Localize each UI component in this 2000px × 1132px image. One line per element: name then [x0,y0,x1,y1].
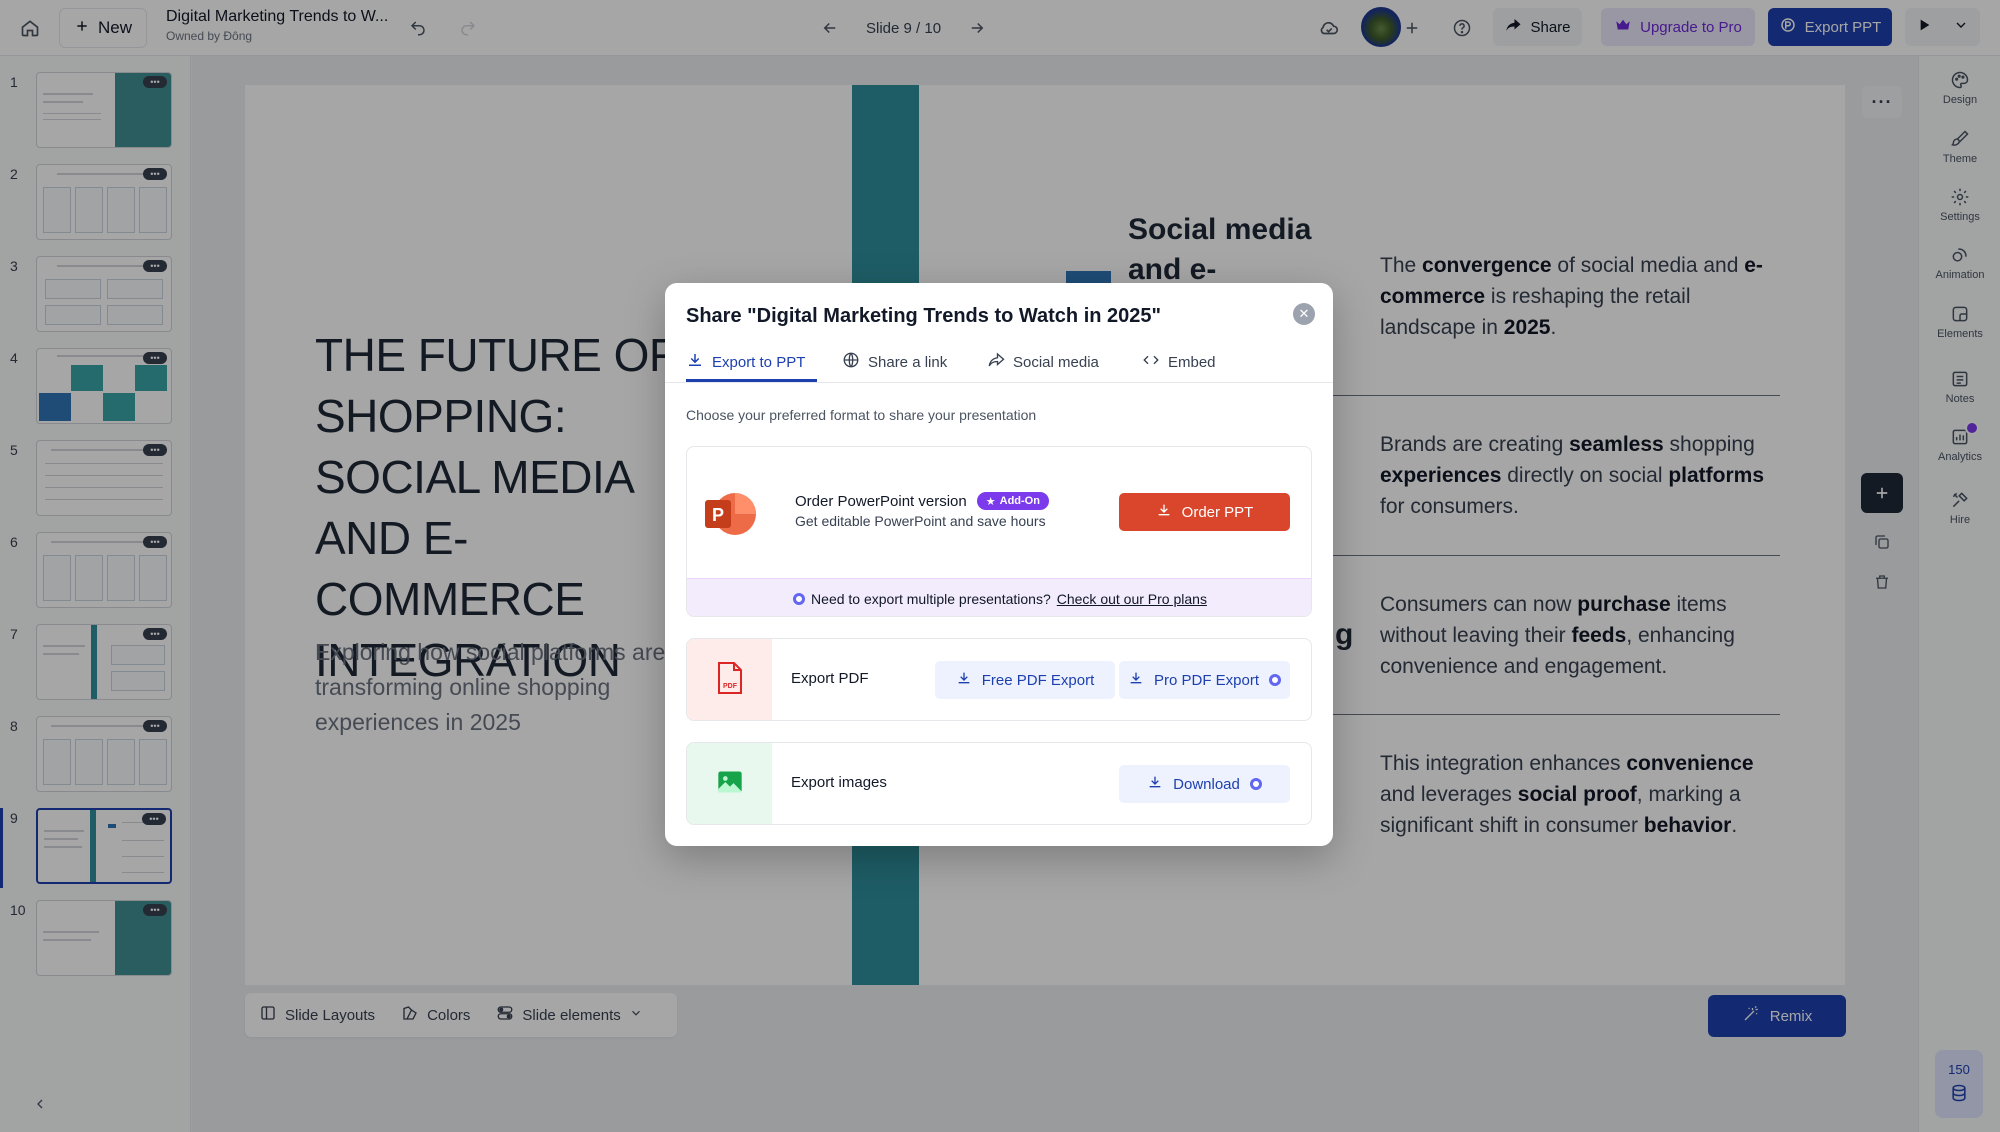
pro-dot-icon [1249,778,1262,790]
dialog-title: Share "Digital Marketing Trends to Watch… [686,305,1161,327]
free-pdf-export-button[interactable]: Free PDF Export [935,661,1115,699]
download-icon [956,670,972,690]
tab-embed-label: Embed [1168,353,1216,371]
tab-export-ppt[interactable]: Export to PPT [686,349,805,375]
tab-embed[interactable]: Embed [1142,349,1216,375]
pro-pdf-export-button[interactable]: Pro PDF Export [1119,661,1290,699]
order-ppt-title: Order PowerPoint version [795,492,967,510]
download-icon [1156,502,1172,522]
powerpoint-logo-icon: P [703,489,759,544]
addon-badge: ★ Add-On [976,492,1049,510]
image-icon [716,768,744,801]
close-icon[interactable]: ✕ [1293,303,1315,325]
download-images-button[interactable]: Download [1119,765,1290,803]
download-images-label: Download [1173,775,1240,793]
export-images-label: Export images [791,774,887,791]
tab-share-link-label: Share a link [868,353,948,371]
pro-dot-icon [1269,674,1282,686]
code-icon [1142,351,1160,373]
download-icon [686,351,704,373]
order-ppt-label: Order PPT [1181,503,1254,521]
dialog-description: Choose your preferred format to share yo… [686,407,1037,423]
share-dialog: Share "Digital Marketing Trends to Watch… [665,283,1333,846]
share-arrow-icon [987,351,1005,373]
free-pdf-export-label: Free PDF Export [981,671,1095,689]
star-icon: ★ [985,495,996,508]
download-icon [1147,774,1163,794]
tab-export-ppt-label: Export to PPT [712,353,806,371]
globe-icon [842,351,860,373]
tab-share-link[interactable]: Share a link [842,349,947,375]
svg-text:PDF: PDF [723,683,738,690]
dialog-tabs: Export to PPT Share a link Social media … [665,341,1333,383]
export-pdf-label: Export PDF [791,670,869,687]
tab-social-media-label: Social media [1013,353,1099,371]
order-ppt-card: P Order PowerPoint version ★ Add-On Get … [686,446,1312,617]
download-icon [1128,670,1144,690]
order-ppt-subtitle: Get editable PowerPoint and save hours [795,513,1046,529]
order-ppt-title-row: Order PowerPoint version ★ Add-On [795,492,1049,510]
export-images-card: Export images Download [686,742,1312,825]
pro-dot-icon [793,592,806,605]
svg-text:P: P [712,505,724,525]
pro-pdf-export-label: Pro PDF Export [1153,671,1260,689]
pro-plans-banner: Need to export multiple presentations? C… [687,578,1311,616]
pdf-icon-area: PDF [687,639,772,720]
export-pdf-card: PDF Export PDF Free PDF Export Pro PDF E… [686,638,1312,721]
pdf-file-icon: PDF [715,661,745,700]
order-ppt-button[interactable]: Order PPT [1119,493,1290,531]
pro-plans-link[interactable]: Check out our Pro plans [1057,591,1207,607]
pro-plans-text: Need to export multiple presentations? [811,590,1051,607]
image-icon-area [687,743,772,824]
addon-badge-label: Add-On [999,495,1040,507]
tab-social-media[interactable]: Social media [987,349,1099,375]
active-tab-underline [686,379,817,382]
